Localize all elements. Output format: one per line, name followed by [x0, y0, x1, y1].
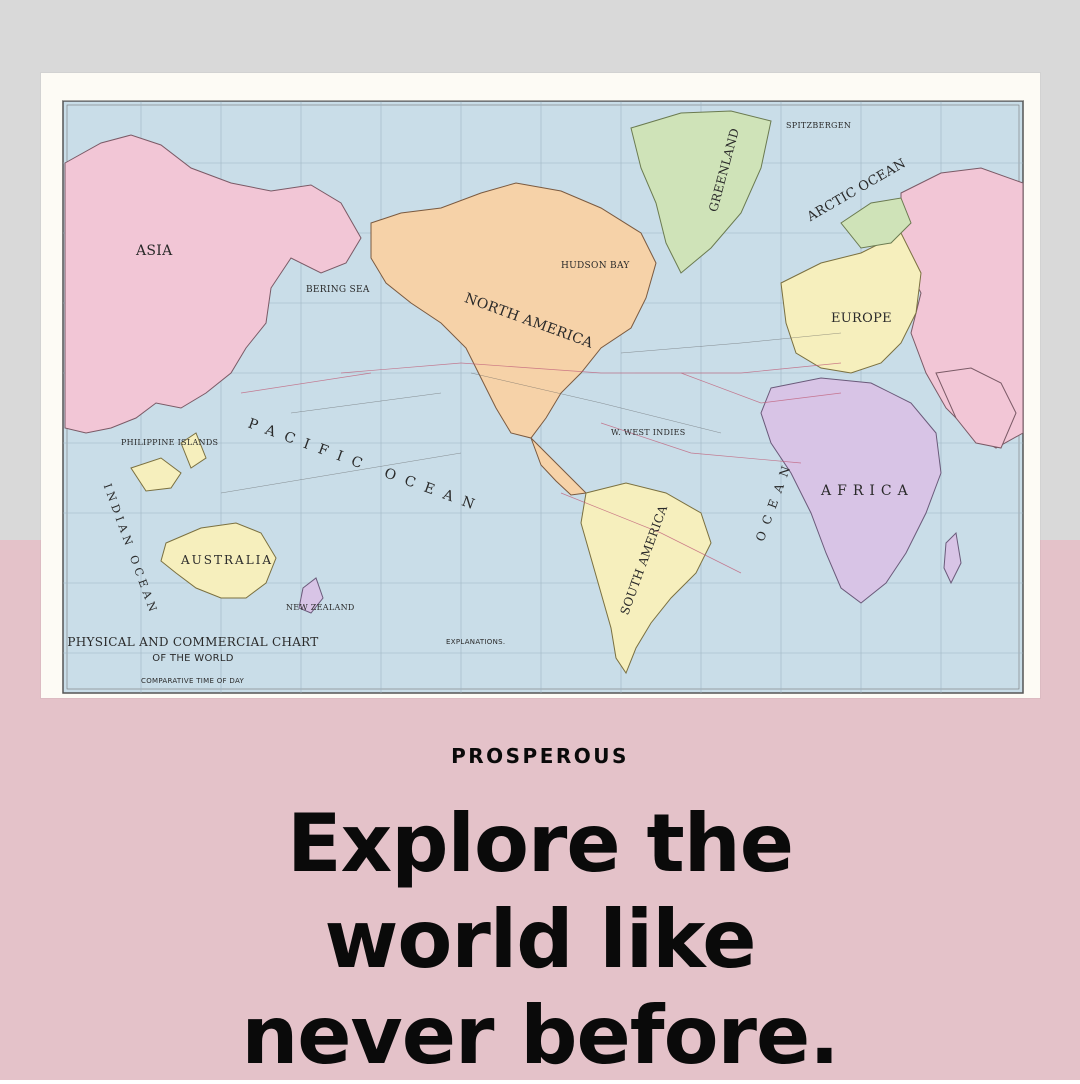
map-label-australia: AUSTRALIA: [181, 553, 274, 567]
map-label-new-zealand: NEW ZEALAND: [286, 603, 355, 612]
map-explanations: EXPLANATIONS.: [446, 638, 506, 646]
map-label-philippine: PHILIPPINE ISLANDS: [121, 438, 219, 447]
map-title-line1: PHYSICAL AND COMMERCIAL CHART: [67, 635, 319, 649]
map-label-west-indies: W. WEST INDIES: [611, 428, 686, 437]
headline-line-3: never before.: [241, 989, 839, 1082]
map-label-hudson-bay: HUDSON BAY: [561, 261, 630, 271]
map-subtitle: COMPARATIVE TIME OF DAY: [141, 677, 245, 685]
map-title-line2: OF THE WORLD: [152, 653, 234, 664]
headline: Explore the world like never before.: [0, 796, 1080, 1084]
eyebrow-label: PROSPEROUS: [451, 744, 629, 768]
map-title: PHYSICAL AND COMMERCIAL CHART OF THE WOR…: [63, 635, 323, 664]
map-label-spitzbergen: SPITZBERGEN: [786, 121, 852, 130]
map-label-bering-sea: BERING SEA: [306, 285, 370, 295]
map-label-asia: ASIA: [136, 243, 173, 259]
map-label-africa: AFRICA: [821, 483, 914, 499]
headline-line-2: world like: [324, 893, 756, 986]
headline-line-1: Explore the: [287, 797, 794, 890]
map-label-europe: EUROPE: [831, 311, 892, 326]
world-map-image: GREENLAND SPITZBERGEN HUDSON BAY BERING …: [41, 73, 1040, 698]
